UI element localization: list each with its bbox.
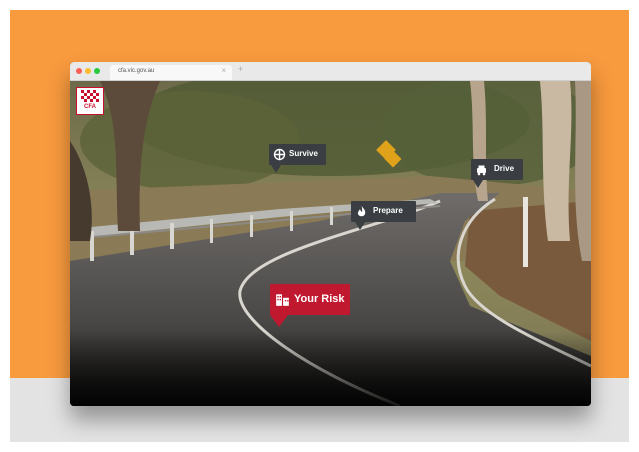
browser-tab[interactable]: cfa.vic.gov.au × xyxy=(110,65,232,80)
browser-window: cfa.vic.gov.au × + CFA Survive Drive Pre… xyxy=(70,62,591,406)
tab-close-icon[interactable]: × xyxy=(221,66,226,75)
drive-pin-stem xyxy=(473,180,483,188)
maximize-window-button[interactable] xyxy=(94,68,100,74)
your-risk-pin-stem xyxy=(270,315,288,327)
drive-hotspot[interactable]: Drive xyxy=(471,159,523,180)
survive-label: Survive xyxy=(289,149,318,158)
close-window-button[interactable] xyxy=(76,68,82,74)
drive-label: Drive xyxy=(494,164,515,173)
cfa-checker-logo-icon xyxy=(81,90,99,102)
page-viewport: CFA Survive Drive Prepare Your Risk xyxy=(70,81,591,406)
logo-text: CFA xyxy=(84,104,96,110)
your-risk-hotspot[interactable]: Your Risk xyxy=(270,284,350,315)
flame-icon xyxy=(357,206,366,217)
car-icon xyxy=(477,165,486,176)
building-icon xyxy=(276,294,289,306)
compass-icon xyxy=(273,148,286,161)
new-tab-icon[interactable]: + xyxy=(238,64,243,74)
prepare-pin-stem xyxy=(355,222,365,230)
minimize-window-button[interactable] xyxy=(85,68,91,74)
survive-pin-stem xyxy=(271,165,281,173)
your-risk-label: Your Risk xyxy=(294,293,345,305)
survive-hotspot[interactable]: Survive xyxy=(269,144,326,165)
browser-tab-bar: cfa.vic.gov.au × + xyxy=(70,62,591,81)
prepare-hotspot[interactable]: Prepare xyxy=(351,201,416,222)
road-scene-image xyxy=(70,81,591,406)
tab-title: cfa.vic.gov.au xyxy=(118,68,155,74)
cfa-logo[interactable]: CFA xyxy=(76,87,104,115)
prepare-label: Prepare xyxy=(373,206,403,215)
